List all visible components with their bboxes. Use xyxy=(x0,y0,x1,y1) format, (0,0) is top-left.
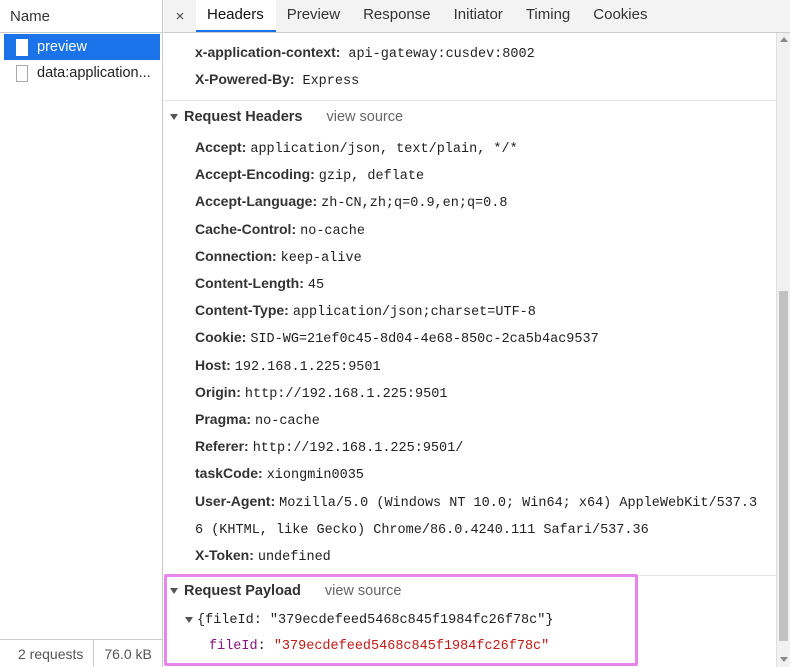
status-bar: 2 requests 76.0 kB xyxy=(0,639,162,667)
payload-summary-row[interactable]: {fileId: "379ecdefeed5468c845f1984fc26f7… xyxy=(185,613,553,628)
section-divider xyxy=(164,100,776,101)
header-row: Origin: http://192.168.1.225:9501 xyxy=(195,384,447,402)
header-row: X-Token: undefined xyxy=(195,547,331,565)
request-item-preview[interactable]: preview xyxy=(4,34,160,60)
header-value: api-gateway:cusdev:8002 xyxy=(348,47,535,62)
payload-value: "379ecdefeed5468c845f1984fc26f78c" xyxy=(273,639,550,654)
request-item-label: preview xyxy=(37,39,87,55)
request-count: 2 requests xyxy=(0,640,95,667)
expand-triangle-icon xyxy=(185,617,193,623)
header-row: Accept-Language: zh-CN,zh;q=0.9,en;q=0.8 xyxy=(195,193,507,211)
scroll-up-arrow-icon[interactable] xyxy=(780,37,788,42)
header-name: X-Token: xyxy=(195,547,254,563)
request-item-data[interactable]: data:application... xyxy=(4,60,160,86)
header-value: xiongmin0035 xyxy=(266,468,364,484)
request-payload-section-toggle[interactable]: Request Payload view source xyxy=(170,583,401,599)
vertical-scrollbar[interactable] xyxy=(776,33,790,667)
request-headers-section-toggle[interactable]: Request Headers view source xyxy=(170,109,403,125)
header-row: Content-Type: application/json;charset=UT… xyxy=(195,302,536,320)
header-value: application/json, text/plain, */* xyxy=(250,142,518,157)
header-value: gzip, deflate xyxy=(318,169,425,185)
header-value: no-cache xyxy=(300,223,365,239)
header-value: undefined xyxy=(257,550,331,565)
header-value: no-cache xyxy=(255,414,320,429)
header-name: taskCode: xyxy=(195,465,263,482)
headers-content: x-application-context: api-gateway:cusde… xyxy=(164,33,776,667)
header-name: Connection: xyxy=(195,247,277,264)
header-name: User-Agent: xyxy=(195,492,276,509)
tab-headers[interactable]: Headers xyxy=(196,0,276,32)
header-row: Referer: http://192.168.1.225:9501/ xyxy=(195,438,463,456)
header-value: zh-CN,zh;q=0.9,en;q=0.8 xyxy=(321,196,508,212)
request-payload-title: Request Payload xyxy=(184,583,301,599)
tab-cookies[interactable]: Cookies xyxy=(582,0,659,32)
header-row: Host: 192.168.1.225:9501 xyxy=(195,357,381,375)
payload-summary: {fileId: "379ecdefeed5468c845f1984fc26f7… xyxy=(197,613,554,628)
header-value: Express xyxy=(302,74,360,89)
header-value: 45 xyxy=(307,278,325,293)
header-row: User-Agent: Mozilla/5.0 (Windows NT 10.0;… xyxy=(195,493,757,511)
payload-key: fileId xyxy=(209,639,258,654)
tab-bar: × Headers Preview Response Initiator Tim… xyxy=(164,0,790,33)
header-value: keep-alive xyxy=(280,250,362,266)
header-name: x-application-context: xyxy=(195,44,341,60)
tab-timing[interactable]: Timing xyxy=(515,0,582,32)
header-name: Accept-Encoding: xyxy=(195,166,315,183)
header-name: Accept-Language: xyxy=(195,193,318,210)
view-source-link[interactable]: view source xyxy=(325,583,402,599)
header-name: Cache-Control: xyxy=(195,220,297,237)
header-row: Pragma: no-cache xyxy=(195,411,320,429)
transfer-size: 76.0 kB xyxy=(104,645,152,662)
tab-response[interactable]: Response xyxy=(352,0,443,32)
header-name: Referer: xyxy=(195,438,249,455)
collapse-triangle-icon xyxy=(170,588,178,594)
details-panel: × Headers Preview Response Initiator Tim… xyxy=(164,0,790,667)
header-name: Content-Type: xyxy=(195,302,289,319)
header-row: Cookie: SID-WG=21ef0c45-8d04-4e68-850c-2c… xyxy=(195,329,599,347)
scroll-down-arrow-icon[interactable] xyxy=(780,657,788,662)
header-value: Mozilla/5.0 (Windows NT 10.0; Win64; x64… xyxy=(279,495,758,511)
header-row: 6 (KHTML, like Gecko) Chrome/86.0.4240.1… xyxy=(195,520,649,538)
header-row: taskCode: xiongmin0035 xyxy=(195,465,364,483)
name-column-header[interactable]: Name xyxy=(0,0,162,33)
request-headers-title: Request Headers xyxy=(184,109,303,125)
header-value: application/json;charset=UTF-8 xyxy=(292,305,536,321)
header-row: Connection: keep-alive xyxy=(195,248,362,266)
request-list-panel: Name preview data:application... 2 reque… xyxy=(0,0,163,667)
header-row: Accept-Encoding: gzip, deflate xyxy=(195,166,424,184)
tab-initiator[interactable]: Initiator xyxy=(443,0,515,32)
header-value: http://192.168.1.225:9501 xyxy=(244,386,448,402)
header-name: Host: xyxy=(195,356,231,373)
header-row: Content-Length: 45 xyxy=(195,275,324,293)
header-value: SID-WG=21ef0c45-8d04-4e68-850c-2ca5b4ac9… xyxy=(250,332,599,348)
view-source-link[interactable]: view source xyxy=(326,109,403,125)
request-item-label: data:application... xyxy=(37,65,151,81)
scrollbar-thumb[interactable] xyxy=(779,291,788,641)
header-name: Cookie: xyxy=(195,329,247,346)
tab-preview[interactable]: Preview xyxy=(276,0,352,32)
header-value: http://192.168.1.225:9501/ xyxy=(252,441,464,457)
header-name: Accept: xyxy=(195,139,247,155)
header-name: Content-Length: xyxy=(195,275,304,291)
close-icon[interactable]: × xyxy=(164,0,196,32)
collapse-triangle-icon xyxy=(170,114,178,120)
header-row: X-Powered-By: Express xyxy=(195,71,359,89)
header-value: 192.168.1.225:9501 xyxy=(234,359,381,375)
file-icon xyxy=(16,64,28,82)
header-name: Origin: xyxy=(195,383,241,400)
header-name: Pragma: xyxy=(195,411,252,427)
header-row: x-application-context: api-gateway:cusde… xyxy=(195,44,535,62)
header-name: X-Powered-By: xyxy=(195,71,295,87)
header-value: 6 (KHTML, like Gecko) Chrome/86.0.4240.1… xyxy=(195,522,649,538)
payload-field-row: fileId: "379ecdefeed5468c845f1984fc26f78… xyxy=(209,639,550,654)
file-icon xyxy=(16,38,28,56)
header-row: Accept: application/json, text/plain, */* xyxy=(195,139,518,157)
header-row: Cache-Control: no-cache xyxy=(195,221,365,239)
